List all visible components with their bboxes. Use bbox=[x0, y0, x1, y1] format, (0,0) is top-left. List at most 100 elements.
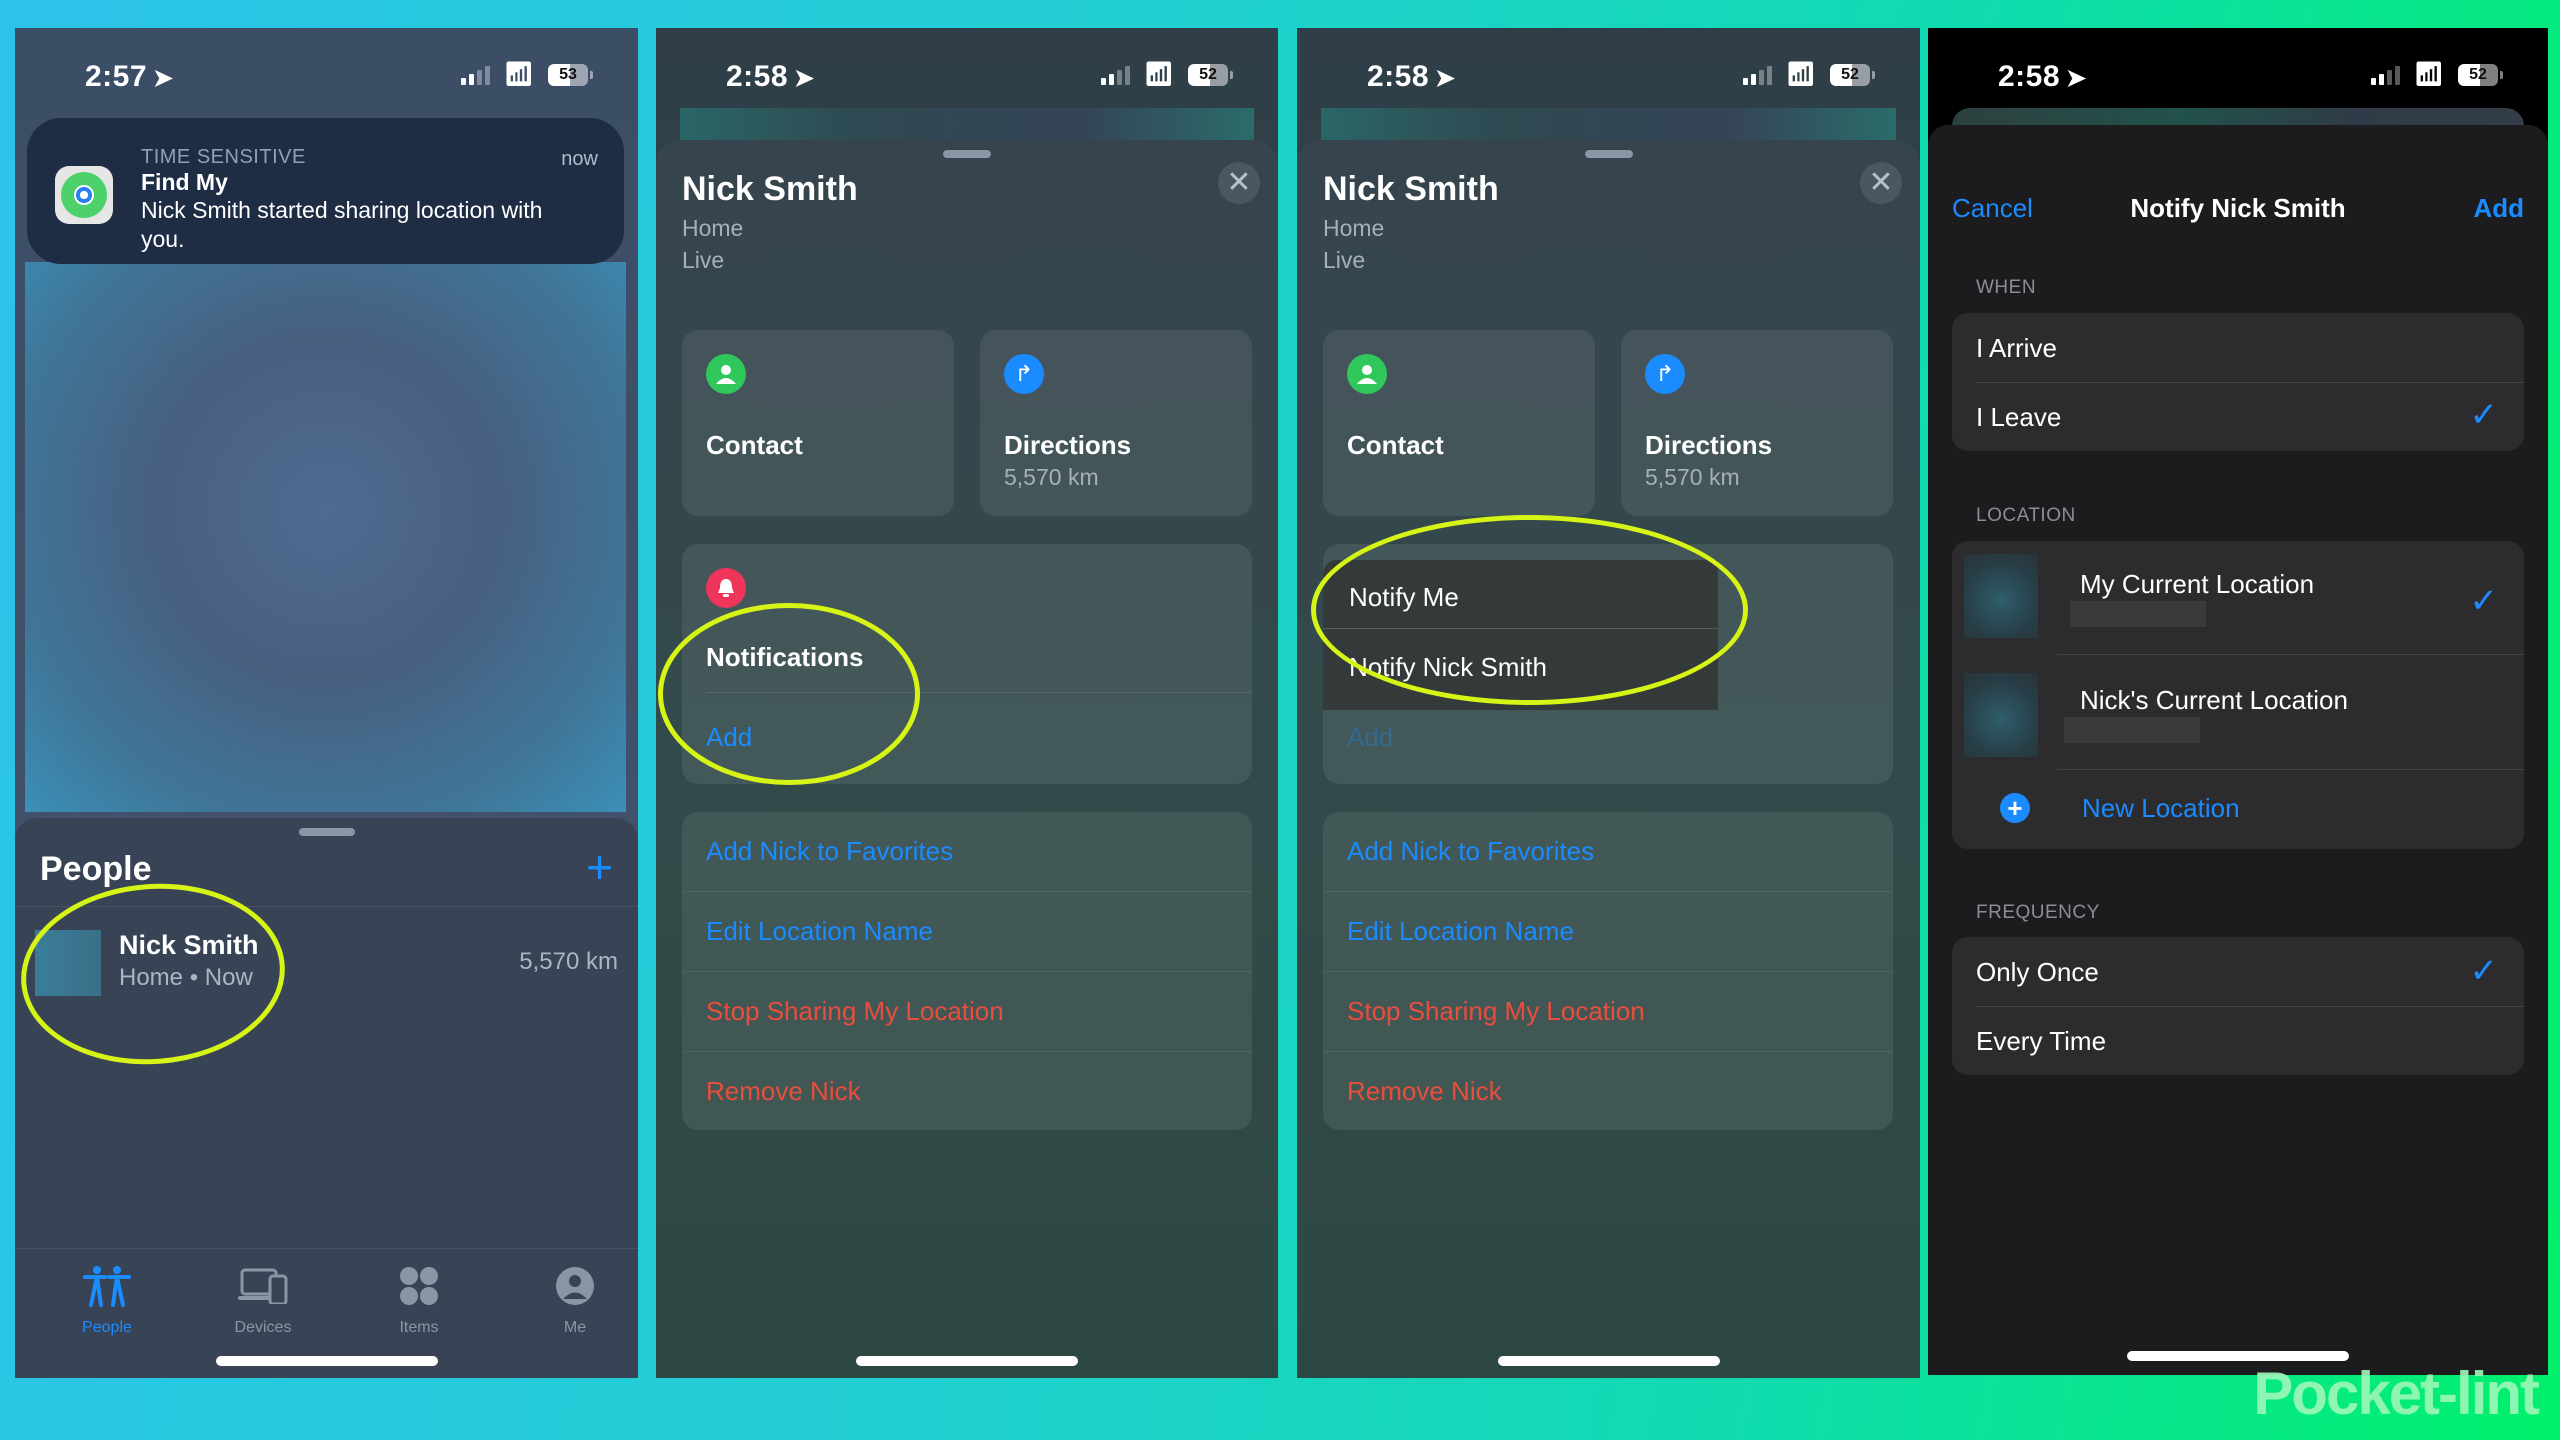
person-sheet: Nick Smith Home Live ✕ Contact ↱ Directi… bbox=[656, 140, 1278, 1378]
person-name: Nick Smith bbox=[119, 930, 259, 960]
devices-icon bbox=[203, 1259, 323, 1313]
wifi-icon: 📶︎ bbox=[1143, 61, 1174, 88]
sheet-grabber[interactable] bbox=[943, 150, 991, 158]
person-location: Home bbox=[1323, 215, 1385, 241]
section-header-frequency: FREQUENCY bbox=[1976, 902, 2100, 923]
edit-location-name-button[interactable]: Edit Location Name bbox=[1347, 916, 1574, 947]
battery-icon: 52 bbox=[2458, 64, 2503, 86]
battery-icon: 52 bbox=[1830, 64, 1875, 86]
wifi-icon: 📶︎ bbox=[2413, 61, 2444, 88]
option-only-once[interactable]: Only Once bbox=[1976, 957, 2524, 988]
divider bbox=[1323, 891, 1893, 892]
actions-list: Add Nick to Favorites Edit Location Name… bbox=[682, 812, 1252, 1130]
signal-icon bbox=[2370, 65, 2400, 85]
divider bbox=[706, 692, 1252, 693]
screen-notify-settings: 2:58 ➤ 📶︎ 52 Cancel Notify Nick Smith Add… bbox=[1928, 28, 2548, 1375]
menu-item-notify-me[interactable]: Notify Me bbox=[1349, 582, 1459, 613]
map-view[interactable] bbox=[25, 262, 626, 812]
notifications-card: Notifications Add bbox=[682, 544, 1252, 784]
directions-button[interactable]: ↱ Directions 5,570 km bbox=[1621, 330, 1893, 516]
option-nick-location[interactable]: Nick's Current Location bbox=[2080, 685, 2524, 716]
contact-button[interactable]: Contact bbox=[682, 330, 954, 516]
tab-bar: People Devices Items Me bbox=[15, 1248, 638, 1378]
people-title: People bbox=[40, 850, 152, 888]
option-i-leave[interactable]: I Leave bbox=[1976, 402, 2524, 433]
avatar bbox=[35, 930, 101, 996]
actions-list: Add Nick to Favorites Edit Location Name… bbox=[1323, 812, 1893, 1130]
section-header-when: WHEN bbox=[1976, 277, 2037, 298]
find-my-app-icon bbox=[55, 166, 113, 224]
stop-sharing-button[interactable]: Stop Sharing My Location bbox=[1347, 996, 1645, 1027]
menu-item-notify-nick[interactable]: Notify Nick Smith bbox=[1349, 652, 1547, 683]
screen-person-detail: 2:58 ➤ 📶︎ 52 Nick Smith Home Live ✕ Conta… bbox=[656, 28, 1278, 1378]
add-person-button[interactable]: + bbox=[586, 844, 613, 890]
divider bbox=[1976, 382, 2524, 383]
sheet-grabber[interactable] bbox=[298, 828, 355, 836]
add-to-favorites-button[interactable]: Add Nick to Favorites bbox=[706, 836, 953, 867]
location-arrow-icon: ➤ bbox=[2066, 65, 2087, 92]
person-name: Nick Smith bbox=[682, 170, 858, 208]
edit-location-name-button[interactable]: Edit Location Name bbox=[706, 916, 933, 947]
notifications-title: Notifications bbox=[706, 642, 864, 672]
map-thumbnail bbox=[1964, 673, 2038, 757]
pocket-lint-watermark: Pocket-lint bbox=[2253, 1360, 2540, 1427]
divider bbox=[15, 906, 638, 907]
directions-button[interactable]: ↱ Directions 5,570 km bbox=[980, 330, 1252, 516]
divider bbox=[2057, 654, 2524, 655]
section-header-location: LOCATION bbox=[1976, 505, 2076, 526]
add-to-favorites-button[interactable]: Add Nick to Favorites bbox=[1347, 836, 1594, 867]
option-i-arrive[interactable]: I Arrive bbox=[1976, 333, 2524, 364]
person-row[interactable]: Nick Smith Home • Now 5,570 km bbox=[35, 918, 618, 1008]
wifi-icon: 📶︎ bbox=[503, 61, 534, 88]
status-time: 2:57 ➤ bbox=[85, 60, 174, 93]
notification-banner[interactable]: TIME SENSITIVE Find My Nick Smith starte… bbox=[27, 118, 624, 264]
location-arrow-icon: ➤ bbox=[1435, 65, 1456, 92]
contact-icon bbox=[1347, 354, 1387, 394]
wifi-icon: 📶︎ bbox=[1785, 61, 1816, 88]
option-my-location[interactable]: My Current Location bbox=[2080, 569, 2524, 600]
remove-person-button[interactable]: Remove Nick bbox=[1347, 1076, 1502, 1107]
person-state: Live bbox=[1323, 247, 1366, 273]
add-button[interactable]: Add bbox=[2473, 193, 2524, 224]
location-group: My Current Location ✓ Nick's Current Loc… bbox=[1952, 541, 2524, 849]
tab-people[interactable]: People bbox=[47, 1259, 167, 1337]
me-icon bbox=[515, 1259, 635, 1313]
close-button[interactable]: ✕ bbox=[1860, 162, 1902, 204]
divider bbox=[1323, 1051, 1893, 1052]
signal-icon bbox=[1100, 65, 1130, 85]
sheet-title: Notify Nick Smith bbox=[2130, 193, 2346, 223]
tab-items[interactable]: Items bbox=[359, 1259, 479, 1337]
person-name: Nick Smith bbox=[1323, 170, 1499, 208]
person-state: Live bbox=[682, 247, 725, 273]
status-time: 2:58 ➤ bbox=[1367, 60, 1456, 93]
status-time: 2:58 ➤ bbox=[1998, 60, 2087, 93]
signal-icon bbox=[1742, 65, 1772, 85]
divider bbox=[1323, 628, 1718, 629]
directions-icon: ↱ bbox=[1645, 354, 1685, 394]
new-location-button[interactable]: New Location bbox=[2082, 793, 2524, 824]
option-every-time[interactable]: Every Time bbox=[1976, 1026, 2524, 1057]
screen-people-list: 2:57 ➤ 📶︎ 53 TIME SENSITIVE Find My Nick … bbox=[15, 28, 638, 1378]
location-arrow-icon: ➤ bbox=[794, 65, 815, 92]
tab-devices[interactable]: Devices bbox=[203, 1259, 323, 1337]
add-notification-button[interactable]: Add bbox=[1347, 722, 1393, 753]
signal-icon bbox=[460, 65, 490, 85]
home-indicator bbox=[856, 1356, 1078, 1366]
location-arrow-icon: ➤ bbox=[153, 65, 174, 92]
close-icon: ✕ bbox=[1226, 166, 1252, 199]
close-button[interactable]: ✕ bbox=[1218, 162, 1260, 204]
sheet-grabber[interactable] bbox=[1584, 150, 1633, 158]
tab-me[interactable]: Me bbox=[515, 1259, 635, 1337]
status-time: 2:58 ➤ bbox=[726, 60, 815, 93]
divider bbox=[2057, 769, 2524, 770]
when-group: I Arrive I Leave ✓ bbox=[1952, 313, 2524, 451]
notify-context-menu: Notify Me Notify Nick Smith bbox=[1323, 560, 1718, 710]
stop-sharing-button[interactable]: Stop Sharing My Location bbox=[706, 996, 1004, 1027]
add-notification-button[interactable]: Add bbox=[706, 722, 752, 753]
contact-button[interactable]: Contact bbox=[1323, 330, 1595, 516]
remove-person-button[interactable]: Remove Nick bbox=[706, 1076, 861, 1107]
directions-icon: ↱ bbox=[1004, 354, 1044, 394]
notification-time: now bbox=[561, 148, 598, 170]
bell-icon bbox=[706, 568, 746, 608]
notification-app: Find My bbox=[141, 169, 228, 195]
